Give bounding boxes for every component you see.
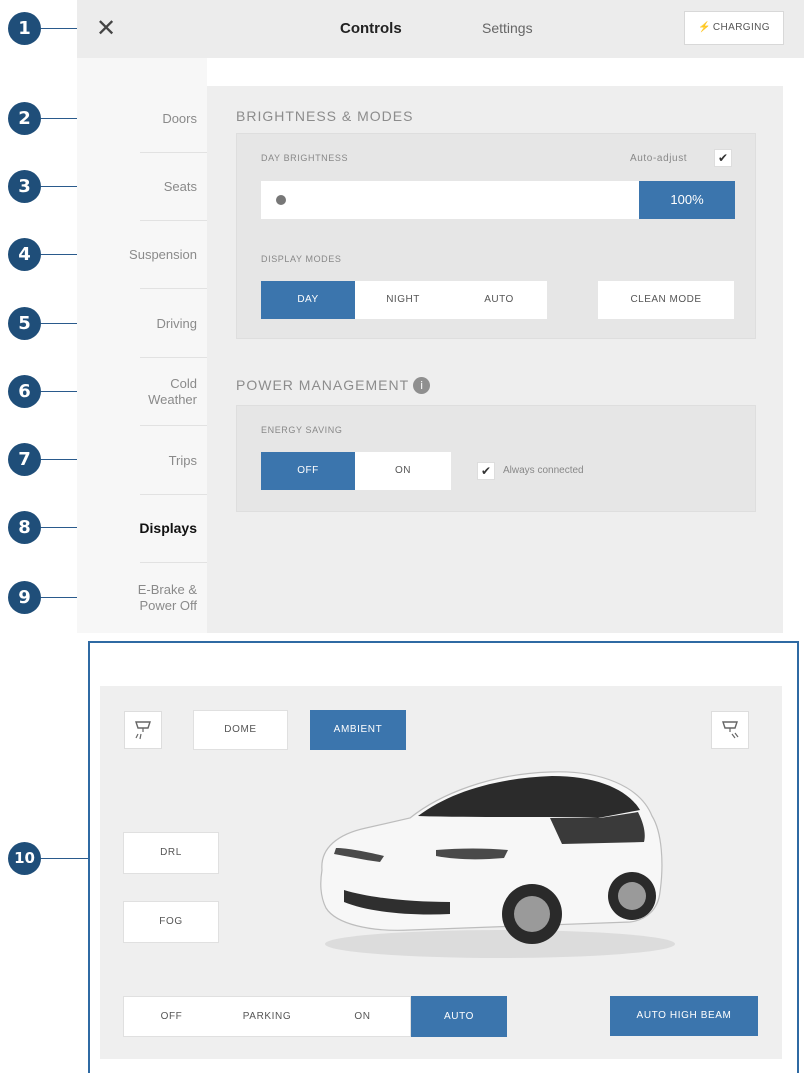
sidebar-item-cold-weather[interactable]: Cold Weather xyxy=(77,376,207,408)
callout-leader xyxy=(41,858,88,859)
sidebar-divider xyxy=(140,357,207,358)
display-modes-label: DISPLAY MODES xyxy=(261,254,342,264)
brightness-slider-handle[interactable] xyxy=(276,195,286,205)
clean-mode-button[interactable]: CLEAN MODE xyxy=(598,281,734,319)
sidebar xyxy=(77,58,207,633)
auto-adjust-label: Auto-adjust xyxy=(630,153,688,164)
sidebar-item-suspension[interactable]: Suspension xyxy=(77,247,207,263)
always-connected-label: Always connected xyxy=(503,465,584,476)
callout-5: 5 xyxy=(8,307,41,340)
callout-10: 10 xyxy=(8,842,41,875)
drl-button[interactable]: DRL xyxy=(123,832,219,874)
charging-label: CHARGING xyxy=(712,22,770,33)
sidebar-item-seats[interactable]: Seats xyxy=(77,179,207,195)
energy-off-button[interactable]: OFF xyxy=(261,452,355,490)
energy-on-button[interactable]: ON xyxy=(355,452,451,490)
headlight-off-button[interactable]: OFF xyxy=(123,996,219,1037)
sidebar-divider xyxy=(140,152,207,153)
dome-lamp-icon[interactable] xyxy=(124,711,162,749)
sidebar-item-displays[interactable]: Displays xyxy=(77,520,207,536)
power-section-label: POWER MANAGEMENT xyxy=(236,377,410,393)
close-icon[interactable]: ✕ xyxy=(96,14,116,42)
day-brightness-label: DAY BRIGHTNESS xyxy=(261,153,349,163)
car-image xyxy=(320,771,675,958)
mode-day-button[interactable]: DAY xyxy=(261,281,355,319)
charging-button[interactable]: ⚡ CHARGING xyxy=(684,11,784,45)
callout-2: 2 xyxy=(8,102,41,135)
brightness-slider[interactable] xyxy=(261,181,639,219)
always-connected-checkbox[interactable]: ✔ xyxy=(477,462,495,480)
bolt-icon: ⚡ xyxy=(698,22,711,33)
callout-7: 7 xyxy=(8,443,41,476)
power-section-title: POWER MANAGEMENT i xyxy=(236,377,431,394)
reading-lamp-icon[interactable] xyxy=(711,711,749,749)
sidebar-divider xyxy=(140,425,207,426)
callout-9: 9 xyxy=(8,581,41,614)
sidebar-item-doors[interactable]: Doors xyxy=(77,111,207,127)
sidebar-item-ebrake-power-off[interactable]: E-Brake & Power Off xyxy=(77,582,207,614)
mode-night-button[interactable]: NIGHT xyxy=(355,281,451,319)
callout-3: 3 xyxy=(8,170,41,203)
fog-button[interactable]: FOG xyxy=(123,901,219,943)
callout-8: 8 xyxy=(8,511,41,544)
dome-button[interactable]: DOME xyxy=(193,710,288,750)
headlight-auto-button[interactable]: AUTO xyxy=(411,996,507,1037)
brightness-section-title: BRIGHTNESS & MODES xyxy=(236,108,414,124)
sidebar-divider xyxy=(140,562,207,563)
brightness-value: 100% xyxy=(639,181,735,219)
sidebar-divider xyxy=(140,288,207,289)
callout-4: 4 xyxy=(8,238,41,271)
tab-settings[interactable]: Settings xyxy=(482,20,533,36)
reading-lamp-glyph xyxy=(722,721,739,739)
callout-6: 6 xyxy=(8,375,41,408)
ambient-button[interactable]: AMBIENT xyxy=(310,710,406,750)
dome-lamp-glyph xyxy=(135,721,151,740)
tab-controls[interactable]: Controls xyxy=(340,20,402,37)
sidebar-divider xyxy=(140,220,207,221)
energy-saving-label: ENERGY SAVING xyxy=(261,425,343,435)
mode-auto-button[interactable]: AUTO xyxy=(451,281,547,319)
info-icon[interactable]: i xyxy=(413,377,431,394)
sidebar-item-driving[interactable]: Driving xyxy=(77,316,207,332)
sidebar-item-trips[interactable]: Trips xyxy=(77,453,207,469)
auto-adjust-checkbox[interactable]: ✔ xyxy=(714,149,732,167)
auto-high-beam-button[interactable]: AUTO HIGH BEAM xyxy=(610,996,758,1036)
sidebar-divider xyxy=(140,494,207,495)
headlight-parking-button[interactable]: PARKING xyxy=(219,996,315,1037)
callout-1: 1 xyxy=(8,12,41,45)
headlight-on-button[interactable]: ON xyxy=(315,996,411,1037)
